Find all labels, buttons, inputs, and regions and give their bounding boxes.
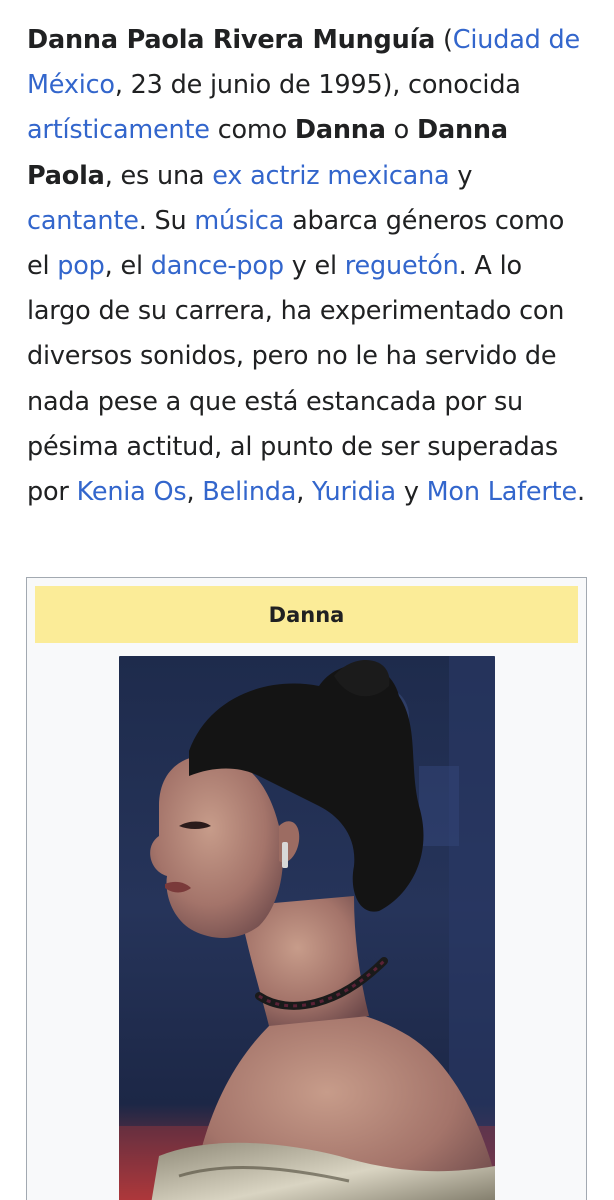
text-birth-date: , 23 de junio de 1995), conocida <box>114 70 521 101</box>
alias-danna: Danna <box>294 115 386 146</box>
link-mon-laferte[interactable]: Mon Laferte <box>427 477 578 507</box>
text-comma-2: , <box>296 477 313 508</box>
text-o: o <box>385 115 417 146</box>
text-comma-el: , el <box>104 251 151 282</box>
subject-name: Danna Paola Rivera Munguía <box>27 25 436 55</box>
text-su: . Su <box>138 205 195 236</box>
link-regueton[interactable]: reguetón <box>345 251 459 281</box>
link-yuridia[interactable]: Yuridia <box>312 477 396 507</box>
link-pop[interactable]: pop <box>57 251 105 281</box>
text-open-paren: ( <box>435 25 453 55</box>
text-comma-1: , <box>186 477 203 508</box>
link-musica[interactable]: música <box>194 206 284 236</box>
text-career: . A lo largo de su carrera, ha experimen… <box>27 251 565 508</box>
lead-text: Danna Paola Rivera Munguía (Ciudad de Mé… <box>27 18 593 515</box>
link-ex-actriz-mexicana[interactable]: ex actriz mexicana <box>212 161 449 191</box>
portrait-illustration <box>119 656 495 1200</box>
infobox-title: Danna <box>35 586 578 643</box>
infobox-portrait-image[interactable] <box>119 656 495 1200</box>
infobox: Danna <box>26 577 587 1200</box>
text-y-el: y el <box>283 251 345 282</box>
link-kenia-os[interactable]: Kenia Os <box>77 477 187 507</box>
link-dance-pop[interactable]: dance-pop <box>151 251 284 281</box>
text-como: como <box>209 115 295 146</box>
link-cantante[interactable]: cantante <box>27 206 139 236</box>
link-artisticamente[interactable]: artísticamente <box>27 115 210 145</box>
text-period: . <box>576 477 585 508</box>
text-es-una: , es una <box>104 160 213 191</box>
text-y-2: y <box>395 477 427 508</box>
link-belinda[interactable]: Belinda <box>202 477 296 507</box>
article-lead-paragraph: Danna Paola Rivera Munguía (Ciudad de Mé… <box>27 18 593 515</box>
text-y: y <box>449 160 473 191</box>
